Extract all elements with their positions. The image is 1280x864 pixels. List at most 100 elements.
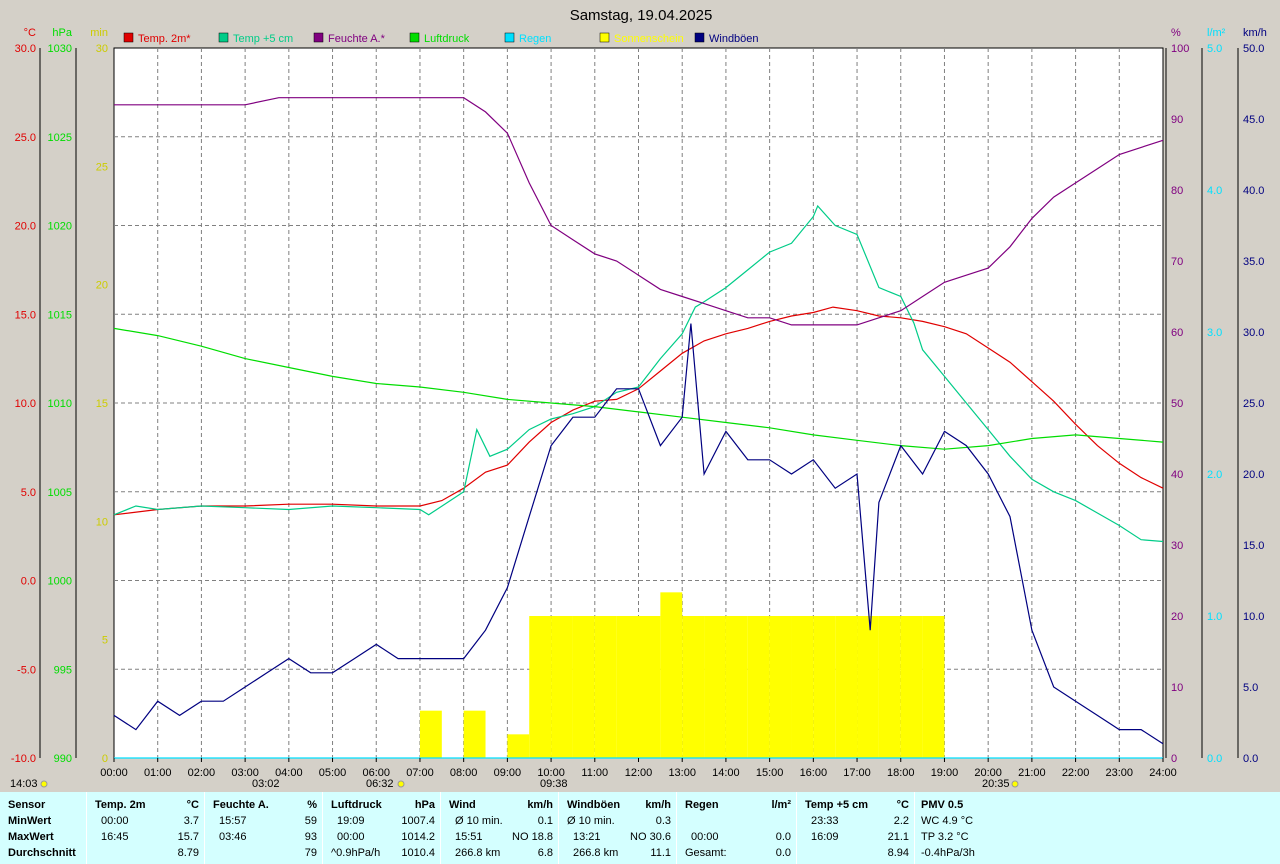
sunshine-bar <box>835 616 858 758</box>
wind-unit: km/h <box>527 799 553 811</box>
legend-swatch <box>313 32 324 43</box>
stats-sensor-header: Sensor <box>8 799 46 811</box>
t5-min-value: 2.2 <box>893 815 909 827</box>
rain-total-label: Gesamt: <box>685 847 727 859</box>
legend-swatch <box>694 32 705 43</box>
temp-max-time: 16:45 <box>101 831 129 843</box>
legend-label: Temp. 2m* <box>138 33 191 45</box>
y-tick-label-humidity: 40 <box>1171 469 1183 481</box>
wind-r1-label: Ø 10 min. <box>455 815 503 827</box>
legend-swatch <box>409 32 420 43</box>
gust-max-time: 13:21 <box>573 831 601 843</box>
hum-min-value: 59 <box>304 815 317 827</box>
y-tick-label-temp: 25.0 <box>15 132 36 144</box>
y-tick-label-pressure: 1010 <box>48 398 72 410</box>
hum-max-time: 03:46 <box>219 831 247 843</box>
gust-unit: km/h <box>645 799 671 811</box>
y-tick-label-humidity: 60 <box>1171 327 1183 339</box>
sunshine-bar <box>594 616 617 758</box>
press-min-time: 19:09 <box>337 815 365 827</box>
temp-min-time: 00:00 <box>101 815 129 827</box>
hum-header: Feuchte A. <box>213 799 269 811</box>
rain-total-value: 0.0 <box>775 847 791 859</box>
day-length-label: 14:03 <box>10 778 38 790</box>
y-tick-label-pressure: 990 <box>54 753 72 765</box>
y-tick-label-humidity: 30 <box>1171 540 1183 552</box>
wind-header: Wind <box>449 799 476 811</box>
press-max-value: 1014.2 <box>401 831 435 843</box>
legend-swatch <box>123 32 134 43</box>
sunshine-bar <box>725 616 748 758</box>
y-tick-label-humidity: 0 <box>1171 753 1177 765</box>
row-label-max: MaxWert <box>8 831 54 843</box>
sunshine-bar <box>747 616 770 758</box>
x-tick-label: 24:00 <box>1149 767 1177 779</box>
t5-header: Temp +5 cm <box>805 799 869 811</box>
x-tick-label: 16:00 <box>800 767 828 779</box>
sunshine-bar <box>922 616 945 758</box>
wind-r1-value: 0.1 <box>537 815 553 827</box>
y-tick-label-sun: 20 <box>96 280 108 292</box>
press-avg-value: 1010.4 <box>401 847 435 859</box>
y-tick-label-wind: 50.0 <box>1243 43 1264 55</box>
wind-distance: 266.8 km <box>455 847 501 859</box>
legend-swatch <box>218 32 229 43</box>
gust-r1-label: Ø 10 min. <box>567 815 615 827</box>
y-tick-label-sun: 10 <box>96 516 108 528</box>
y-axis-unit-rain: l/m² <box>1207 27 1226 39</box>
x-tick-label: 23:00 <box>1106 767 1134 779</box>
y-axis-unit-temp: °C <box>24 27 36 39</box>
y-tick-label-pressure: 1020 <box>48 221 72 233</box>
stats-wind-col: Wind km/h Ø 10 min. 0.1 15:51 NO 18.8 26… <box>440 792 559 864</box>
hum-min-time: 15:57 <box>219 815 247 827</box>
legend-label: Feuchte A.* <box>328 33 386 45</box>
sunshine-bar <box>507 734 530 758</box>
y-tick-label-wind: 0.0 <box>1243 753 1258 765</box>
y-tick-label-temp: 15.0 <box>15 309 36 321</box>
stats-rain-col: Regen l/m² 00:00 0.0 Gesamt: 0.0 <box>676 792 797 864</box>
hum-avg-value: 79 <box>304 847 317 859</box>
sunshine-bar <box>660 592 683 758</box>
sunrise-icon <box>397 780 405 788</box>
y-tick-label-temp: -5.0 <box>17 664 36 676</box>
wind-avg-value: 6.8 <box>537 847 553 859</box>
x-tick-label: 13:00 <box>668 767 696 779</box>
x-tick-label: 09:00 <box>494 767 522 779</box>
y-tick-label-pressure: 1005 <box>48 487 72 499</box>
sunshine-bar <box>682 616 705 758</box>
stats-panel: Sensor MinWert MaxWert Durchschnitt Temp… <box>0 792 1280 864</box>
temp-max-value: 15.7 <box>177 831 199 843</box>
sunshine-bar <box>529 616 552 758</box>
sunshine-bar <box>616 616 639 758</box>
y-tick-label-wind: 40.0 <box>1243 185 1264 197</box>
x-tick-label: 18:00 <box>887 767 915 779</box>
y-tick-label-humidity: 80 <box>1171 185 1183 197</box>
press-header: Luftdruck <box>331 799 382 811</box>
legend-label: Windböen <box>709 33 759 45</box>
legend-label: Luftdruck <box>424 33 470 45</box>
temp-min-value: 3.7 <box>183 815 199 827</box>
row-label-avg: Durchschnitt <box>8 847 76 859</box>
temp-header: Temp. 2m <box>95 799 146 811</box>
sunshine-bar <box>463 710 486 758</box>
y-tick-label-rain: 1.0 <box>1207 611 1222 623</box>
y-tick-label-temp: 30.0 <box>15 43 36 55</box>
x-tick-label: 00:00 <box>100 767 128 779</box>
x-tick-label: 14:00 <box>712 767 740 779</box>
sunshine-bar <box>551 616 573 758</box>
sunset-icon <box>1011 780 1019 788</box>
sunshine-bar <box>878 616 901 758</box>
x-tick-label: 11:00 <box>581 767 608 779</box>
rain-max-time: 00:00 <box>691 831 719 843</box>
y-tick-label-wind: 45.0 <box>1243 114 1264 126</box>
y-tick-label-humidity: 50 <box>1171 398 1183 410</box>
t5-min-time: 23:33 <box>811 815 839 827</box>
x-tick-label: 01:00 <box>144 767 172 779</box>
y-axis-unit-humidity: % <box>1171 27 1181 39</box>
y-tick-label-pressure: 1030 <box>48 43 72 55</box>
y-tick-label-humidity: 10 <box>1171 682 1183 694</box>
gust-distance: 266.8 km <box>573 847 619 859</box>
pmv-dewpoint: TP 3.2 °C <box>921 831 969 843</box>
sunrise-label: 06:32 <box>366 778 394 790</box>
t5-max-value: 21.1 <box>887 831 909 843</box>
